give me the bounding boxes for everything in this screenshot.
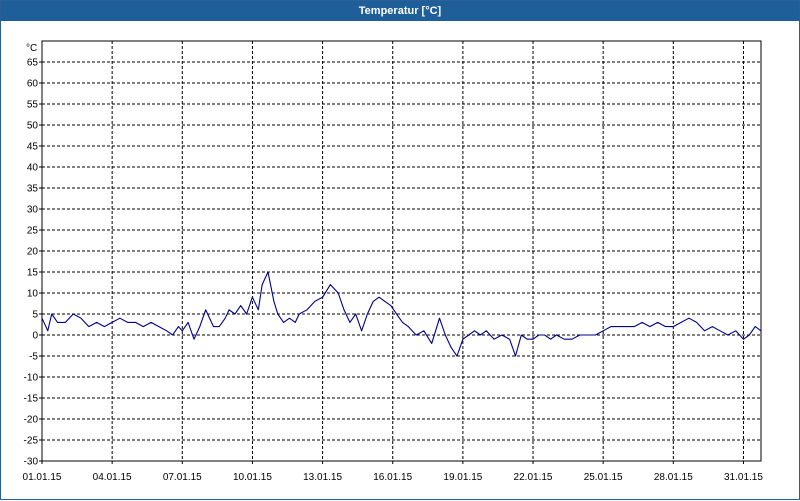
- x-tick-label: 16.01.15: [373, 472, 412, 483]
- y-tick-label: 35: [27, 184, 39, 195]
- x-tick-label: 31.01.15: [724, 472, 763, 483]
- x-tick-label: 07.01.15: [163, 472, 202, 483]
- x-tick-label: 25.01.15: [584, 472, 623, 483]
- x-tick-label: 13.01.15: [303, 472, 342, 483]
- y-tick-label: -25: [24, 436, 39, 447]
- x-tick-label: 28.01.15: [654, 472, 693, 483]
- chart-window: Temperatur [°C] -30 -25 -20 -15 -10 -5 0 5 10 15 2…: [0, 0, 800, 500]
- y-tick-label: 30: [27, 205, 39, 216]
- x-tick-label: 19.01.15: [443, 472, 482, 483]
- y-tick-label: 20: [27, 247, 39, 258]
- y-tick-label: 10: [27, 289, 39, 300]
- y-tick-label: 25: [27, 226, 39, 237]
- y-tick-label: -30: [24, 457, 39, 468]
- y-tick-label: 40: [27, 163, 39, 174]
- y-tick-label: 0: [32, 331, 38, 342]
- y-tick-label: 60: [27, 79, 39, 90]
- y-tick-label: -5: [29, 352, 38, 363]
- y-tick-label: -20: [24, 415, 39, 426]
- chart-plot-area: -30 -25 -20 -15 -10 -5 0 5 10 15 20 25 30 35 40 45 50 55 6…: [23, 40, 763, 483]
- x-tick-label: 22.01.15: [514, 472, 553, 483]
- y-tick-label: 50: [27, 121, 39, 132]
- y-tick-label: 45: [27, 142, 39, 153]
- x-tick-label: 10.01.15: [233, 472, 272, 483]
- y-tick-label: 65: [27, 58, 39, 69]
- y-axis-unit: °C: [26, 43, 37, 54]
- x-tick-label: 01.01.15: [23, 472, 62, 483]
- y-tick-label: -10: [24, 373, 39, 384]
- y-tick-label: -15: [24, 394, 39, 405]
- x-tick-label: 04.01.15: [93, 472, 132, 483]
- y-tick-label: 15: [27, 268, 39, 279]
- y-tick-label: 55: [27, 100, 39, 111]
- y-tick-label: 5: [32, 310, 38, 321]
